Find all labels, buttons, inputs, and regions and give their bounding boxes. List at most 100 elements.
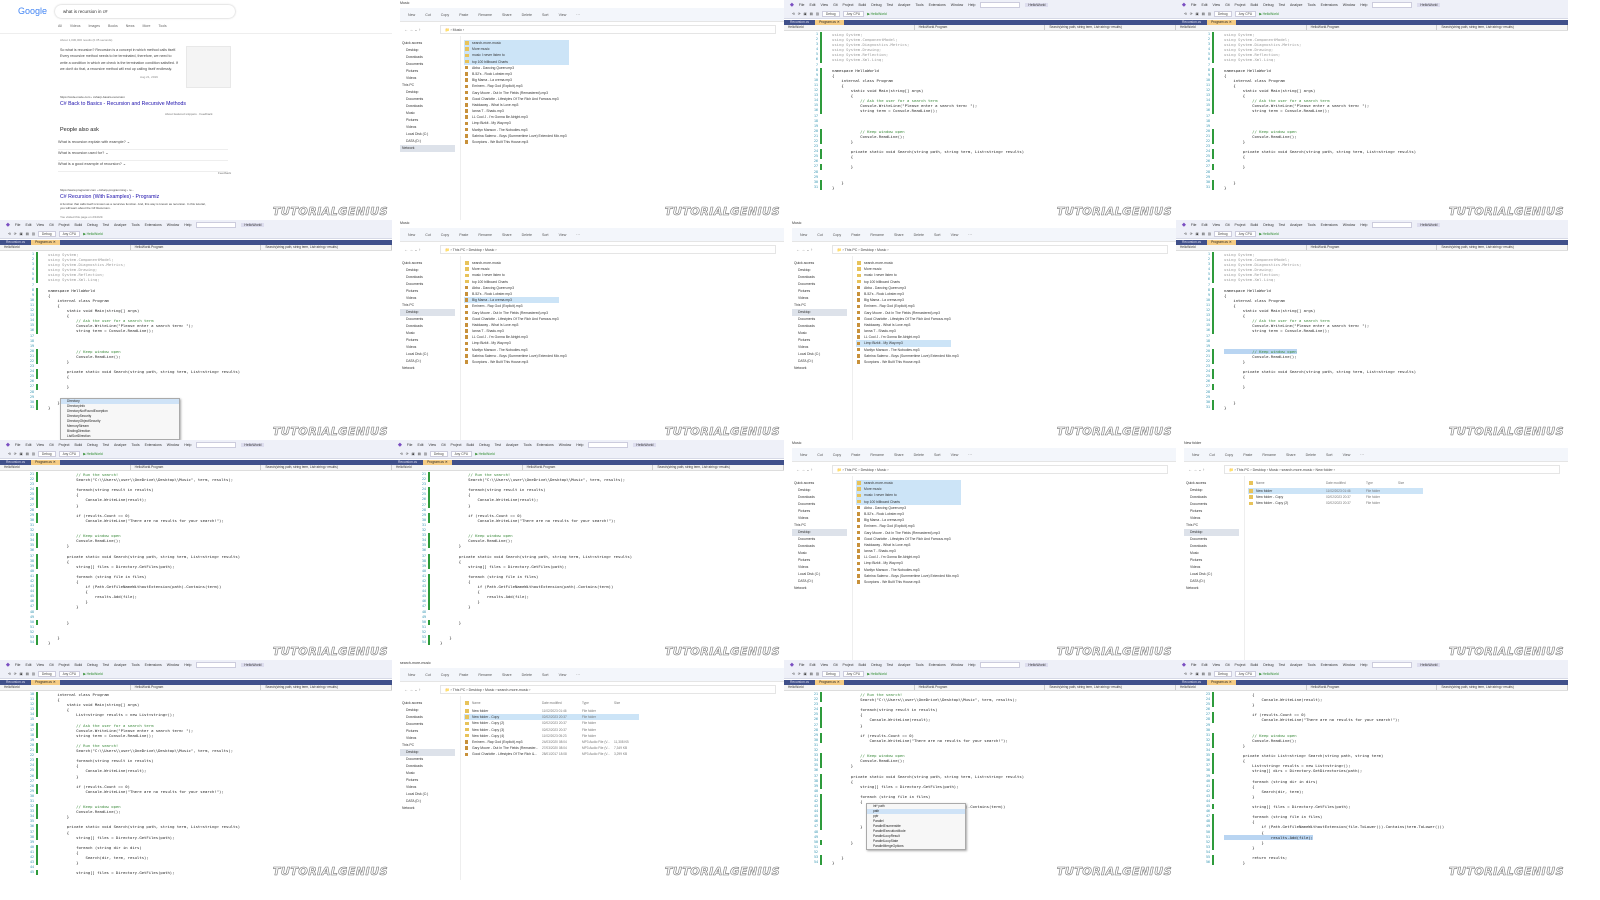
nav-item[interactable]: Pictures [400, 728, 455, 735]
nav-item[interactable]: Pictures [792, 288, 847, 295]
paa-feedback[interactable]: Feedback [218, 170, 231, 177]
platform-dropdown[interactable]: Any CPU [58, 230, 81, 237]
nav-item[interactable]: Documents [400, 721, 455, 728]
menu-item[interactable]: Window [1343, 223, 1355, 227]
nav-item[interactable]: Pictures [400, 288, 455, 295]
toolbar-button[interactable]: Sort [934, 233, 941, 237]
toolbar-button[interactable]: ··· [576, 673, 580, 677]
menu-item[interactable]: Debug [1263, 223, 1273, 227]
menu-item[interactable]: Project [1235, 223, 1246, 227]
menu-item[interactable]: File [15, 663, 21, 667]
toolbar-icon[interactable]: ▤ [1202, 672, 1205, 676]
column-header[interactable]: Name [472, 700, 481, 706]
nav-item[interactable]: Pictures [400, 117, 455, 124]
toolbar-icon[interactable]: ▤ [26, 452, 29, 456]
nav-item[interactable]: DATA (D:) [400, 138, 455, 145]
menu-item[interactable]: Project [451, 443, 462, 447]
toolbar-button[interactable]: ··· [1360, 453, 1364, 457]
toolbar-button[interactable]: View [1343, 453, 1351, 457]
nav-item[interactable]: Documents [1184, 501, 1239, 508]
menu-item[interactable]: Edit [1202, 3, 1208, 7]
nav-item[interactable]: Downloads [792, 543, 847, 550]
menu-item[interactable]: Test [103, 663, 109, 667]
toolbar-button[interactable]: Delete [914, 453, 924, 457]
toolbar-icon[interactable]: ▤ [1202, 232, 1205, 236]
nav-item[interactable]: Downloads [1184, 494, 1239, 501]
menu-item[interactable]: Extensions [1321, 223, 1338, 227]
menu-item[interactable]: Tools [523, 443, 531, 447]
menu-item[interactable]: Build [1250, 663, 1258, 667]
file-item[interactable]: Scorpions - We Built This House.mp3 [464, 359, 559, 365]
nav-dropdown[interactable]: HelloWorld [1176, 245, 1307, 250]
configuration-dropdown[interactable]: Debug [37, 230, 56, 237]
column-header[interactable]: Name [1256, 480, 1265, 486]
nav-item[interactable]: DATA (D:) [400, 358, 455, 365]
nav-item[interactable]: Desktop [400, 89, 455, 96]
nav-item[interactable]: Network [400, 805, 455, 812]
search-box[interactable] [1372, 1, 1413, 8]
nav-item[interactable]: Music [792, 550, 847, 557]
toolbar-button[interactable]: View [951, 453, 959, 457]
menu-item[interactable]: Edit [810, 663, 816, 667]
nav-item[interactable]: Desktop [792, 309, 847, 316]
nav-item[interactable]: This PC [400, 302, 455, 309]
column-header[interactable]: Size [614, 700, 620, 706]
nav-item[interactable]: Documents [400, 281, 455, 288]
nav-item[interactable]: Quick access [1184, 480, 1239, 487]
menu-item[interactable]: Debug [87, 443, 97, 447]
google-logo[interactable]: Google [18, 6, 47, 16]
toolbar-button[interactable]: Paste [851, 233, 860, 237]
nav-item[interactable]: Downloads [400, 323, 455, 330]
menu-item[interactable]: File [15, 443, 21, 447]
menu-item[interactable]: Window [1343, 663, 1355, 667]
menu-item[interactable]: Debug [1263, 663, 1273, 667]
menu-item[interactable]: Debug [479, 443, 489, 447]
nav-item[interactable]: Videos [400, 295, 455, 302]
menu-item[interactable]: Extensions [145, 443, 162, 447]
nav-item[interactable]: Documents [792, 281, 847, 288]
nav-item[interactable]: Pictures [1184, 508, 1239, 515]
toolbar-button[interactable]: Sort [542, 13, 549, 17]
nav-item[interactable]: Videos [400, 124, 455, 131]
nav-buttons[interactable]: ← → ⌄ ↑ [404, 247, 421, 252]
toolbar-button[interactable]: New [1192, 453, 1199, 457]
nav-item[interactable]: Desktop [400, 267, 455, 274]
nav-item[interactable]: Downloads [400, 54, 455, 61]
nav-dropdown[interactable]: HelloWorld.Program [1307, 685, 1438, 690]
toolbar-button[interactable]: Rename [478, 233, 492, 237]
nav-item[interactable]: Downloads [400, 274, 455, 281]
toolbar-button[interactable]: Copy [441, 673, 449, 677]
nav-item[interactable]: Videos [400, 784, 455, 791]
menu-item[interactable]: View [429, 443, 437, 447]
toolbar-button[interactable]: Copy [833, 233, 841, 237]
menu-item[interactable]: Build [466, 443, 474, 447]
menu-item[interactable]: Debug [871, 3, 881, 7]
toolbar-button[interactable]: ··· [576, 13, 580, 17]
nav-item[interactable]: This PC [1184, 522, 1239, 529]
menu-item[interactable]: View [1213, 3, 1221, 7]
toolbar-icon[interactable]: ▣ [1196, 12, 1199, 16]
menu-item[interactable]: Analyze [1290, 663, 1302, 667]
nav-item[interactable]: Desktop [400, 47, 455, 54]
nav-item[interactable]: Downloads [400, 103, 455, 110]
platform-dropdown[interactable]: Any CPU [842, 10, 865, 17]
menu-item[interactable]: File [1191, 223, 1197, 227]
menu-item[interactable]: View [37, 443, 45, 447]
nav-dropdown[interactable]: HelloWorld.Program [915, 25, 1046, 30]
menu-item[interactable]: Build [1250, 223, 1258, 227]
menu-item[interactable]: Test [103, 443, 109, 447]
menu-item[interactable]: Extensions [145, 223, 162, 227]
file-item[interactable]: Scorpions - We Built This House.mp3 [856, 579, 961, 585]
search-tab[interactable]: Images [89, 24, 100, 28]
intellisense-popup[interactable]: int* path path pptr Parallel ParallelEnumera… [866, 803, 966, 850]
nav-item[interactable]: Local Disk (C:) [400, 131, 455, 138]
menu-item[interactable]: Build [858, 3, 866, 7]
toolbar-icon[interactable]: ▥ [32, 232, 35, 236]
toolbar-button[interactable]: Delete [522, 13, 532, 17]
nav-item[interactable]: Pictures [792, 557, 847, 564]
toolbar-icon[interactable]: ⟲ [8, 232, 11, 236]
run-button[interactable]: ▶ HelloWorld [83, 232, 103, 236]
platform-dropdown[interactable]: Any CPU [58, 670, 81, 677]
nav-item[interactable]: Pictures [792, 508, 847, 515]
menu-item[interactable]: File [1191, 663, 1197, 667]
